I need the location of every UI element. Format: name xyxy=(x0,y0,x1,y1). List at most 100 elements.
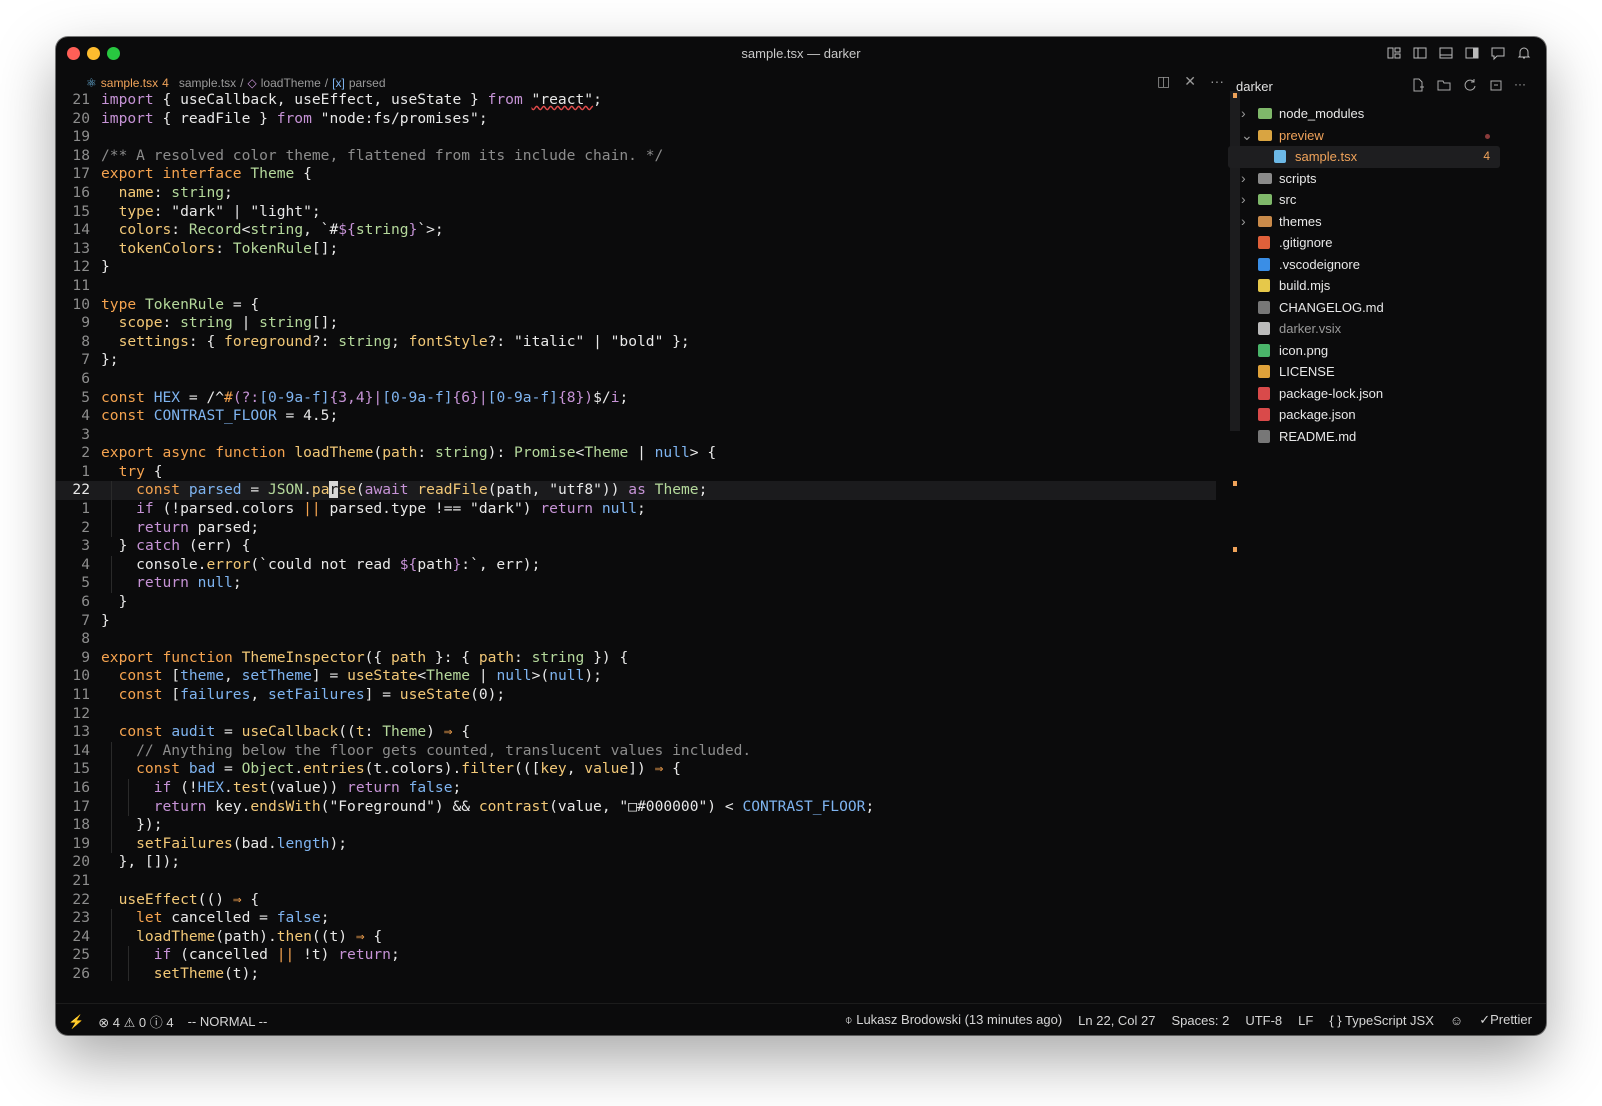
indentation[interactable]: Spaces: 2 xyxy=(1172,1013,1230,1028)
code-line[interactable]: 3 } catch (err) { xyxy=(56,537,1216,556)
more-icon[interactable]: ··· xyxy=(1514,77,1530,93)
cursor-position[interactable]: Ln 22, Col 27 xyxy=(1078,1013,1155,1028)
code-line[interactable]: 4 console.error(`could not read ${path}:… xyxy=(56,555,1216,575)
explorer-item-package-json[interactable]: package.json xyxy=(1228,404,1546,426)
code-line[interactable]: 6 xyxy=(56,370,1216,389)
code-line[interactable]: 14 colors: Record<string, `#${string}`>; xyxy=(56,221,1216,240)
code-line[interactable]: 19 xyxy=(56,128,1216,147)
code-line[interactable]: 13 const audit = useCallback((t: Theme) … xyxy=(56,723,1216,742)
code-line[interactable]: 11 xyxy=(56,277,1216,296)
breadcrumb-segment-file[interactable]: sample.tsx xyxy=(179,76,236,90)
collapse-all-icon[interactable] xyxy=(1488,77,1504,93)
code-line[interactable]: 20 }, []); xyxy=(56,853,1216,872)
toggle-secondary-sidebar-icon[interactable] xyxy=(1464,45,1480,61)
explorer-item--vscodeignore[interactable]: .vscodeignore xyxy=(1228,254,1546,276)
folder-icon xyxy=(1258,215,1272,227)
code-line[interactable]: 17 export interface Theme { xyxy=(56,165,1216,184)
code-line[interactable]: 2 return parsed; xyxy=(56,518,1216,538)
refresh-icon[interactable] xyxy=(1462,77,1478,93)
new-folder-icon[interactable] xyxy=(1436,77,1452,93)
explorer-item-themes[interactable]: › themes xyxy=(1228,211,1546,233)
code-line[interactable]: 22 const parsed = JSON.parse(await readF… xyxy=(56,481,1216,501)
code-line[interactable]: 8 settings: { foreground?: string; fontS… xyxy=(56,333,1216,352)
toggle-panel-icon[interactable] xyxy=(1438,45,1454,61)
explorer-item-scripts[interactable]: › scripts xyxy=(1228,168,1546,190)
more-actions-icon[interactable]: ··· xyxy=(1210,73,1224,90)
code-line[interactable]: 19 setFailures(bad.length); xyxy=(56,834,1216,854)
end-of-line[interactable]: LF xyxy=(1298,1013,1313,1028)
remote-icon[interactable]: ⚡ xyxy=(68,1014,84,1030)
explorer-item-src[interactable]: › src xyxy=(1228,189,1546,211)
code-line[interactable]: 21 xyxy=(56,872,1216,891)
code-line[interactable]: 14 // Anything below the floor gets coun… xyxy=(56,741,1216,761)
code-editor[interactable]: 21 import { useCallback, useEffect, useSt… xyxy=(56,91,1216,981)
code-line[interactable]: 22 useEffect(() ⇒ { xyxy=(56,891,1216,910)
explorer-item-darker-vsix[interactable]: darker.vsix xyxy=(1228,318,1546,340)
code-line[interactable]: 12} xyxy=(56,258,1216,277)
code-line[interactable]: 2 export async function loadTheme(path: s… xyxy=(56,444,1216,463)
code-line[interactable]: 11 const [failures, setFailures] = useSt… xyxy=(56,686,1216,705)
code-line[interactable]: 5 return null; xyxy=(56,574,1216,594)
code-line[interactable]: 15 type: "dark" | "light"; xyxy=(56,203,1216,222)
code-line[interactable]: 12 xyxy=(56,705,1216,724)
chevron-right-icon[interactable]: › xyxy=(1241,103,1246,125)
code-line[interactable]: 16 name: string; xyxy=(56,184,1216,203)
explorer-item-sample-tsx[interactable]: sample.tsx 4 xyxy=(1228,146,1500,168)
encoding[interactable]: UTF-8 xyxy=(1245,1013,1282,1028)
explorer-item-package-lock-json[interactable]: package-lock.json xyxy=(1228,383,1546,405)
split-editor-icon[interactable]: ◫ xyxy=(1157,73,1170,90)
code-line[interactable]: 26 setTheme(t); xyxy=(56,964,1216,981)
code-line[interactable]: 24 loadTheme(path).then((t) ⇒ { xyxy=(56,927,1216,947)
code-line[interactable]: 4 const CONTRAST_FLOOR = 4.5; xyxy=(56,407,1216,426)
explorer-item--gitignore[interactable]: .gitignore xyxy=(1228,232,1546,254)
code-line[interactable]: 7} xyxy=(56,612,1216,631)
new-file-icon[interactable] xyxy=(1410,77,1426,93)
chevron-right-icon[interactable]: › xyxy=(1241,189,1246,211)
code-line[interactable]: 25 if (cancelled || !t) return; xyxy=(56,946,1216,965)
code-line[interactable]: 15 const bad = Object.entries(t.colors).… xyxy=(56,760,1216,779)
explorer-item-changelog-md[interactable]: CHANGELOG.md xyxy=(1228,297,1546,319)
breadcrumb-segment-function[interactable]: loadTheme xyxy=(261,76,321,90)
chevron-right-icon[interactable]: › xyxy=(1241,211,1246,233)
git-blame[interactable]: ⌽ Lukasz Brodowski (13 minutes ago) xyxy=(845,1012,1062,1028)
code-line[interactable]: 1 if (!parsed.colors || parsed.type !== … xyxy=(56,500,1216,519)
code-token: const xyxy=(101,388,145,406)
explorer-item-license[interactable]: LICENSE xyxy=(1228,361,1546,383)
code-line[interactable]: 8 xyxy=(56,630,1216,649)
breadcrumb-segment-variable[interactable]: parsed xyxy=(349,76,386,90)
explorer-item-icon-png[interactable]: icon.png xyxy=(1228,340,1546,362)
chat-icon[interactable] xyxy=(1490,45,1506,61)
explorer-item-build-mjs[interactable]: build.mjs xyxy=(1228,275,1546,297)
language-mode[interactable]: { } TypeScript JSX xyxy=(1329,1013,1434,1028)
code-line[interactable]: 18 }); xyxy=(56,816,1216,835)
code-line[interactable]: 10 type TokenRule = { xyxy=(56,296,1216,315)
code-line[interactable]: 21 import { useCallback, useEffect, useSt… xyxy=(56,91,1216,110)
copilot-icon[interactable]: ☺ xyxy=(1450,1013,1463,1028)
close-editor-icon[interactable]: ✕ xyxy=(1184,73,1196,90)
customize-layout-icon[interactable] xyxy=(1386,45,1402,61)
code-line[interactable]: 20 import { readFile } from "node:fs/prom… xyxy=(56,110,1216,129)
code-line[interactable]: 6 } xyxy=(56,593,1216,612)
explorer-item-readme-md[interactable]: README.md xyxy=(1228,426,1546,448)
breadcrumb-file-tab[interactable]: sample.tsx xyxy=(101,76,158,90)
code-line[interactable]: 5 const HEX = /^#(?:[0-9a-f]{3,4}|[0-9a-f… xyxy=(56,389,1216,408)
code-line[interactable]: 3 xyxy=(56,426,1216,445)
notifications-bell-icon[interactable] xyxy=(1516,45,1532,61)
code-line[interactable]: 17 return key.endsWith("Foreground") && … xyxy=(56,797,1216,817)
chevron-down-icon[interactable]: ⌄ xyxy=(1241,125,1253,147)
code-line[interactable]: 9 export function ThemeInspector({ path }… xyxy=(56,649,1216,668)
explorer-item-node-modules[interactable]: › node_modules xyxy=(1228,103,1546,125)
code-line[interactable]: 1 try { xyxy=(56,463,1216,482)
code-line[interactable]: 13 tokenColors: TokenRule[]; xyxy=(56,240,1216,259)
code-line[interactable]: 23 let cancelled = false; xyxy=(56,909,1216,928)
code-line[interactable]: 7}; xyxy=(56,351,1216,370)
code-line[interactable]: 10 const [theme, setTheme] = useState<Th… xyxy=(56,667,1216,686)
chevron-right-icon[interactable]: › xyxy=(1241,168,1246,190)
toggle-primary-sidebar-icon[interactable] xyxy=(1412,45,1428,61)
explorer-item-preview[interactable]: ⌄ preview xyxy=(1228,125,1546,147)
problems-indicator[interactable]: ⊗ 4 ⚠ 0 ⓘ 4 xyxy=(98,1012,173,1031)
code-line[interactable]: 9 scope: string | string[]; xyxy=(56,314,1216,333)
code-line[interactable]: 18 /** A resolved color theme, flattened … xyxy=(56,147,1216,166)
code-line[interactable]: 16 if (!HEX.test(value)) return false; xyxy=(56,778,1216,798)
formatter[interactable]: ✓Prettier xyxy=(1479,1012,1532,1028)
